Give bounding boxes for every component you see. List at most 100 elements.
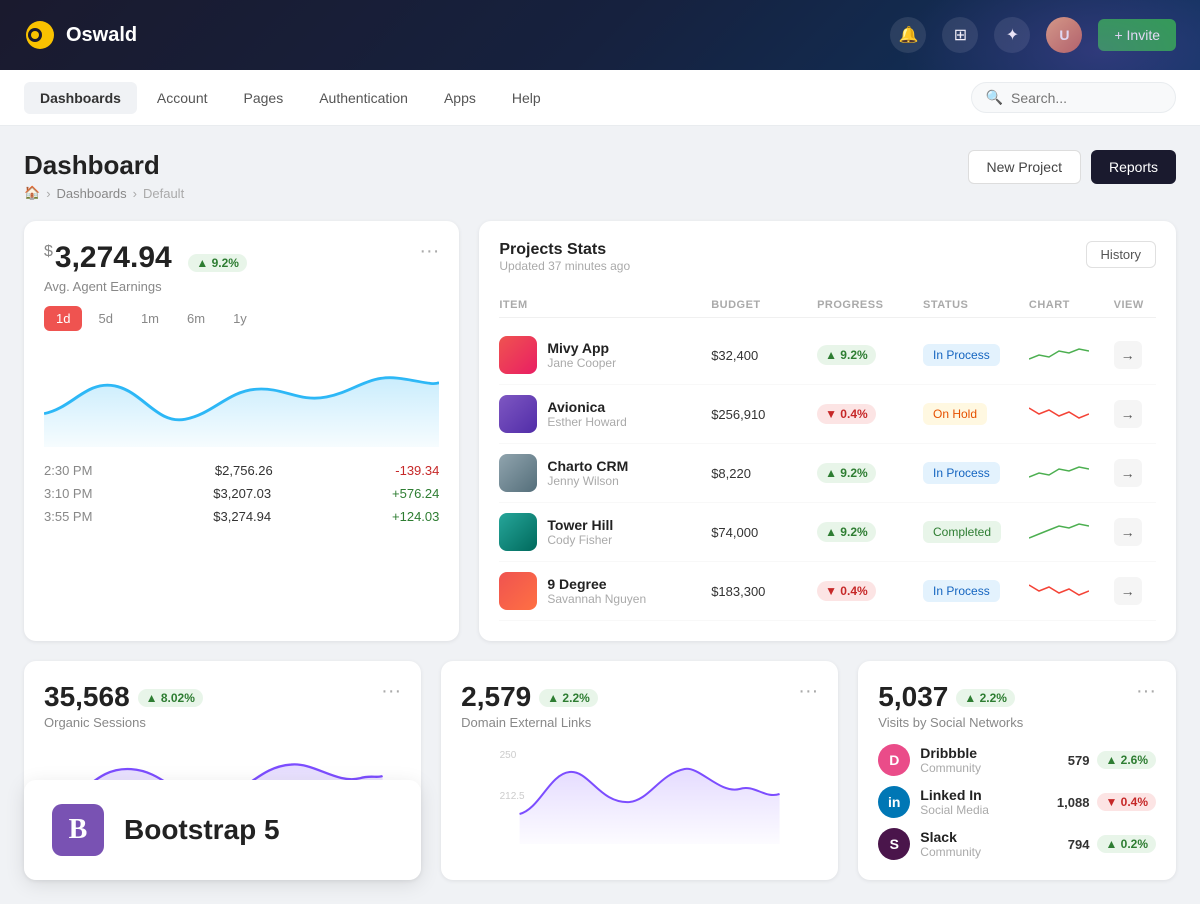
table-row: Mivy App Jane Cooper $32,400 ▲ 9.2% In P… — [499, 326, 1156, 385]
time-btn-1m[interactable]: 1m — [129, 306, 171, 331]
social-type-1: Social Media — [920, 803, 989, 817]
budget-2: $8,220 — [711, 466, 817, 481]
chart-1 — [1029, 400, 1114, 429]
social-names-2: Slack Community — [920, 829, 981, 859]
view-btn-2[interactable]: → — [1114, 459, 1142, 487]
page-content: Dashboard 🏠 › Dashboards › Default New P… — [0, 126, 1200, 904]
progress-0: ▲ 9.2% — [817, 345, 923, 365]
topbar-actions: 🔔 ⊞ ✦ U + Invite — [890, 17, 1176, 53]
time-0: 2:30 PM — [44, 463, 92, 478]
project-names-4: 9 Degree Savannah Nguyen — [547, 576, 646, 606]
invite-button[interactable]: + Invite — [1098, 19, 1176, 51]
share-icon[interactable]: ✦ — [994, 17, 1030, 53]
project-thumb-4 — [499, 572, 537, 610]
social-stats-2: 794 ▲ 0.2% — [1068, 835, 1156, 853]
project-name-0: Mivy App — [547, 340, 616, 356]
view-btn-4[interactable]: → — [1114, 577, 1142, 605]
dribbble-icon: D — [878, 744, 910, 776]
status-4: In Process — [923, 582, 1029, 600]
project-name-4: 9 Degree — [547, 576, 646, 592]
col-item: ITEM — [499, 299, 711, 311]
domain-card: 2,579 ▲ 2.2% Domain External Links ··· 2… — [441, 661, 838, 880]
breadcrumb-dashboards[interactable]: Dashboards — [57, 186, 127, 201]
progress-1: ▼ 0.4% — [817, 404, 923, 424]
notifications-icon[interactable]: 🔔 — [890, 17, 926, 53]
progress-2: ▲ 9.2% — [817, 463, 923, 483]
time-btn-6m[interactable]: 6m — [175, 306, 217, 331]
chart-2 — [1029, 459, 1114, 488]
domain-badge: ▲ 2.2% — [539, 689, 598, 707]
grid-icon[interactable]: ⊞ — [942, 17, 978, 53]
new-project-button[interactable]: New Project — [968, 150, 1081, 184]
project-info-0: Mivy App Jane Cooper — [499, 336, 711, 374]
social-info-2: S Slack Community — [878, 828, 981, 860]
project-owner-4: Savannah Nguyen — [547, 592, 646, 606]
view-btn-3[interactable]: → — [1114, 518, 1142, 546]
chart-0 — [1029, 341, 1114, 370]
budget-1: $256,910 — [711, 407, 817, 422]
social-badge: ▲ 2.2% — [956, 689, 1015, 707]
domain-label: Domain External Links — [461, 715, 598, 730]
social-change-0: ▲ 2.6% — [1097, 751, 1156, 769]
bootstrap-text: Bootstrap 5 — [124, 814, 280, 846]
stats-row-1: 3:10 PM $3,207.03 +576.24 — [44, 486, 439, 501]
reports-button[interactable]: Reports — [1091, 150, 1176, 184]
breadcrumb: 🏠 › Dashboards › Default — [24, 185, 184, 201]
nav-item-authentication[interactable]: Authentication — [303, 82, 424, 114]
social-stats-1: 1,088 ▼ 0.4% — [1057, 793, 1156, 811]
amount-1: $3,207.03 — [213, 486, 271, 501]
logo-icon — [24, 19, 56, 51]
sessions-more-button[interactable]: ··· — [381, 681, 401, 701]
nav-item-account[interactable]: Account — [141, 82, 224, 114]
progress-3: ▲ 9.2% — [817, 522, 923, 542]
nav-item-help[interactable]: Help — [496, 82, 557, 114]
social-header: 5,037 ▲ 2.2% Visits by Social Networks ·… — [878, 681, 1156, 744]
nav-item-dashboards[interactable]: Dashboards — [24, 82, 137, 114]
search-bar: 🔍 — [971, 82, 1176, 113]
time-btn-5d[interactable]: 5d — [86, 306, 124, 331]
nav-item-apps[interactable]: Apps — [428, 82, 492, 114]
earnings-more-button[interactable]: ··· — [419, 241, 439, 261]
earnings-badge: ▲ 9.2% — [188, 254, 247, 272]
table-row: 9 Degree Savannah Nguyen $183,300 ▼ 0.4%… — [499, 562, 1156, 621]
earnings-chart — [44, 347, 439, 447]
projects-title-area: Projects Stats Updated 37 minutes ago — [499, 241, 630, 289]
social-row-0: D Dribbble Community 579 ▲ 2.6% — [878, 744, 1156, 776]
progress-4: ▼ 0.4% — [817, 581, 923, 601]
social-amount: 5,037 — [878, 681, 948, 713]
time-filters: 1d 5d 1m 6m 1y — [44, 306, 439, 331]
social-row-2: S Slack Community 794 ▲ 0.2% — [878, 828, 1156, 860]
project-name-1: Avionica — [547, 399, 626, 415]
social-names-1: Linked In Social Media — [920, 787, 989, 817]
col-status: STATUS — [923, 299, 1029, 311]
budget-3: $74,000 — [711, 525, 817, 540]
view-btn-1[interactable]: → — [1114, 400, 1142, 428]
history-button[interactable]: History — [1086, 241, 1156, 268]
projects-title: Projects Stats — [499, 241, 630, 259]
domain-more-button[interactable]: ··· — [798, 681, 818, 701]
social-name-0: Dribbble — [920, 745, 981, 761]
project-owner-3: Cody Fisher — [547, 533, 613, 547]
sessions-card: 35,568 ▲ 8.02% Organic Sessions ··· — [24, 661, 421, 880]
social-more-button[interactable]: ··· — [1136, 681, 1156, 701]
view-btn-0[interactable]: → — [1114, 341, 1142, 369]
search-input[interactable] — [1011, 90, 1161, 106]
domain-chart: 250 212.5 — [461, 744, 818, 844]
project-thumb-0 — [499, 336, 537, 374]
dashboard-main-grid: $3,274.94 ▲ 9.2% ··· Avg. Agent Earnings… — [24, 221, 1176, 641]
search-icon: 🔍 — [986, 89, 1003, 106]
time-btn-1y[interactable]: 1y — [221, 306, 259, 331]
col-view: VIEW — [1114, 299, 1156, 311]
svg-text:250: 250 — [500, 750, 517, 761]
bootstrap-icon: B — [52, 804, 104, 856]
col-chart: CHART — [1029, 299, 1114, 311]
nav-item-pages[interactable]: Pages — [228, 82, 300, 114]
col-budget: BUDGET — [711, 299, 817, 311]
table-row: Charto CRM Jenny Wilson $8,220 ▲ 9.2% In… — [499, 444, 1156, 503]
social-info-0: D Dribbble Community — [878, 744, 981, 776]
social-name-1: Linked In — [920, 787, 989, 803]
sessions-header: 35,568 ▲ 8.02% Organic Sessions ··· — [44, 681, 401, 744]
avatar[interactable]: U — [1046, 17, 1082, 53]
time-btn-1d[interactable]: 1d — [44, 306, 82, 331]
table-row: Avionica Esther Howard $256,910 ▼ 0.4% O… — [499, 385, 1156, 444]
